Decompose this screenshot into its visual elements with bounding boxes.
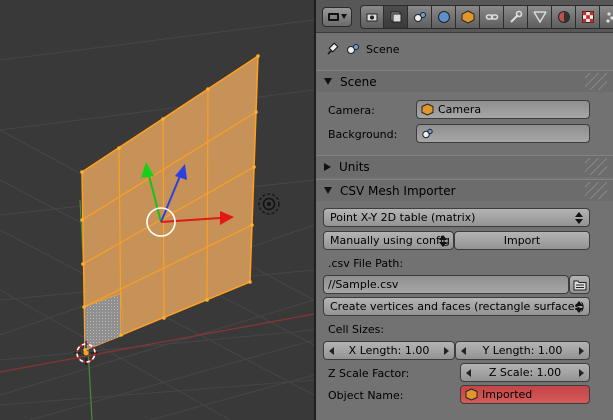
updown-arrows-icon	[439, 235, 447, 247]
table-type-value: Point X-Y 2D table (matrix)	[330, 211, 476, 224]
increment-arrow-icon[interactable]	[444, 347, 449, 355]
config-mode-value: Manually using config	[330, 234, 450, 247]
tab-scene[interactable]	[408, 5, 432, 29]
world-icon	[437, 11, 450, 23]
properties-tabs	[360, 5, 613, 29]
constraints-icon	[485, 14, 498, 20]
file-path-value: //Sample.csv	[328, 278, 399, 291]
data-icon	[532, 11, 547, 24]
units-panel-header[interactable]: Units	[316, 155, 613, 177]
scene-icon	[347, 44, 359, 54]
tab-world[interactable]	[432, 5, 456, 29]
particles-icon	[605, 12, 613, 23]
object-name-field[interactable]: Imported	[460, 385, 590, 404]
properties-header	[316, 0, 613, 33]
increment-arrow-icon[interactable]	[579, 369, 584, 377]
background-label: Background:	[328, 128, 398, 141]
expand-arrow-icon	[324, 78, 332, 85]
world-x-axis	[0, 313, 314, 373]
collapse-arrow-icon	[324, 162, 331, 171]
scene-icon	[413, 12, 426, 22]
breadcrumb: Scene	[326, 40, 400, 58]
csv-panel-header[interactable]: CSV Mesh Importer	[316, 179, 613, 201]
expand-arrow-icon	[324, 187, 332, 194]
pin-icon[interactable]	[326, 42, 340, 56]
csv-panel-title: CSV Mesh Importer	[340, 183, 456, 198]
file-path-label: .csv File Path:	[328, 257, 404, 270]
plane-mesh[interactable]	[80, 54, 260, 352]
tab-constraints[interactable]	[480, 5, 504, 29]
table-type-dropdown[interactable]: Point X-Y 2D table (matrix)	[323, 208, 590, 227]
mesh-icon	[465, 388, 478, 401]
tab-data[interactable]	[528, 5, 552, 29]
render-icon	[366, 13, 378, 22]
z-scale-field[interactable]: Z Scale: 1.00	[460, 363, 590, 382]
cell-sizes-label: Cell Sizes:	[328, 323, 385, 336]
file-browse-button[interactable]	[569, 275, 590, 294]
object-icon	[461, 10, 474, 24]
mesh-mode-value: Create vertices and faces (rectangle sur…	[330, 300, 585, 313]
scene-panel-title: Scene	[340, 74, 377, 89]
mesh-mode-dropdown[interactable]: Create vertices and faces (rectangle sur…	[323, 297, 590, 316]
texture-icon	[581, 11, 594, 23]
units-panel-title: Units	[339, 159, 370, 174]
object-name-value: Imported	[482, 388, 533, 401]
drag-grip-icon[interactable]	[585, 182, 607, 199]
3d-viewport[interactable]	[0, 0, 314, 420]
scene-icon	[422, 128, 433, 139]
y-length-value: Y Length: 1.00	[482, 344, 563, 357]
render-layers-icon	[390, 11, 401, 23]
context-label: Scene	[366, 42, 400, 56]
properties-panel: Scene Scene Camera: Camera Background: U…	[316, 0, 613, 420]
import-button[interactable]: Import	[454, 231, 590, 250]
config-mode-dropdown[interactable]: Manually using config	[323, 231, 454, 250]
tab-object[interactable]	[456, 5, 480, 29]
decrement-arrow-icon[interactable]	[461, 347, 466, 355]
tab-texture[interactable]	[576, 5, 600, 29]
object-icon	[421, 103, 434, 116]
x-length-field[interactable]: X Length: 1.00	[323, 341, 455, 360]
tab-particles[interactable]	[600, 5, 613, 29]
drag-grip-icon[interactable]	[585, 158, 607, 175]
file-path-input[interactable]: //Sample.csv	[323, 275, 569, 294]
background-field[interactable]	[416, 124, 590, 143]
viewport-canvas[interactable]	[0, 0, 314, 420]
lamp-icon[interactable]	[258, 193, 280, 215]
object-name-label: Object Name:	[328, 389, 404, 402]
y-length-field[interactable]: Y Length: 1.00	[455, 341, 590, 360]
increment-arrow-icon[interactable]	[579, 347, 584, 355]
folder-icon	[573, 280, 586, 291]
scene-panel-header[interactable]: Scene	[316, 70, 613, 92]
drag-grip-icon[interactable]	[585, 73, 607, 90]
z-scale-value: Z Scale: 1.00	[488, 366, 562, 379]
material-icon	[557, 11, 570, 23]
tab-render[interactable]	[360, 5, 384, 29]
editor-type-menu[interactable]	[322, 7, 352, 27]
chevron-down-icon	[341, 14, 347, 19]
decrement-arrow-icon[interactable]	[329, 347, 334, 355]
x-length-value: X Length: 1.00	[348, 344, 430, 357]
updown-arrows-icon	[575, 212, 583, 224]
updown-arrows-icon	[575, 301, 583, 313]
camera-label: Camera:	[328, 104, 375, 117]
tab-render-layers[interactable]	[384, 5, 408, 29]
tab-modifiers[interactable]	[504, 5, 528, 29]
decrement-arrow-icon[interactable]	[466, 369, 471, 377]
z-scale-label: Z Scale Factor:	[328, 367, 410, 380]
camera-value: Camera	[438, 103, 482, 116]
modifiers-icon	[509, 10, 522, 23]
camera-field[interactable]: Camera	[416, 100, 590, 119]
tab-material[interactable]	[552, 5, 576, 29]
properties-editor-icon	[328, 13, 339, 21]
